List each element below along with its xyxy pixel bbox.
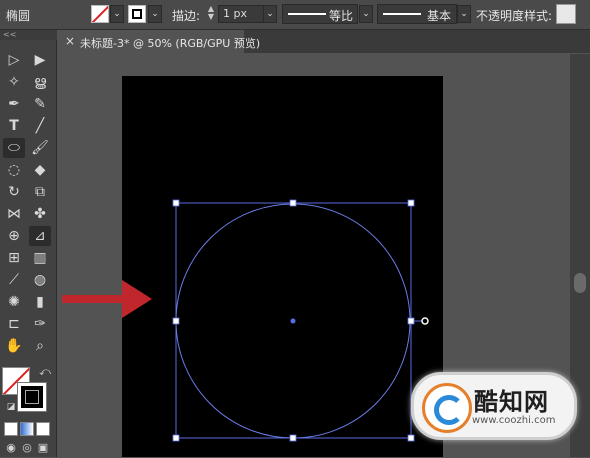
handle-top-left xyxy=(172,199,180,207)
watermark-url: www.coozhi.com xyxy=(472,415,556,426)
coozhi-watermark: 酷知网 www.coozhi.com xyxy=(411,372,577,440)
handle-middle-left xyxy=(172,317,180,325)
watermark-title: 酷知网 xyxy=(474,388,549,416)
handle-bottom-center xyxy=(289,434,297,442)
pie-widget-handle xyxy=(421,317,429,325)
coozhi-logo-icon xyxy=(422,383,472,433)
handle-bottom-right xyxy=(407,434,415,442)
red-arrow-annotation xyxy=(62,280,152,318)
center-point xyxy=(290,318,296,324)
handle-middle-right xyxy=(407,317,415,325)
handle-top-right xyxy=(407,199,415,207)
selected-ellipse[interactable] xyxy=(172,199,429,442)
handle-top-center xyxy=(289,199,297,207)
handle-bottom-left xyxy=(172,434,180,442)
